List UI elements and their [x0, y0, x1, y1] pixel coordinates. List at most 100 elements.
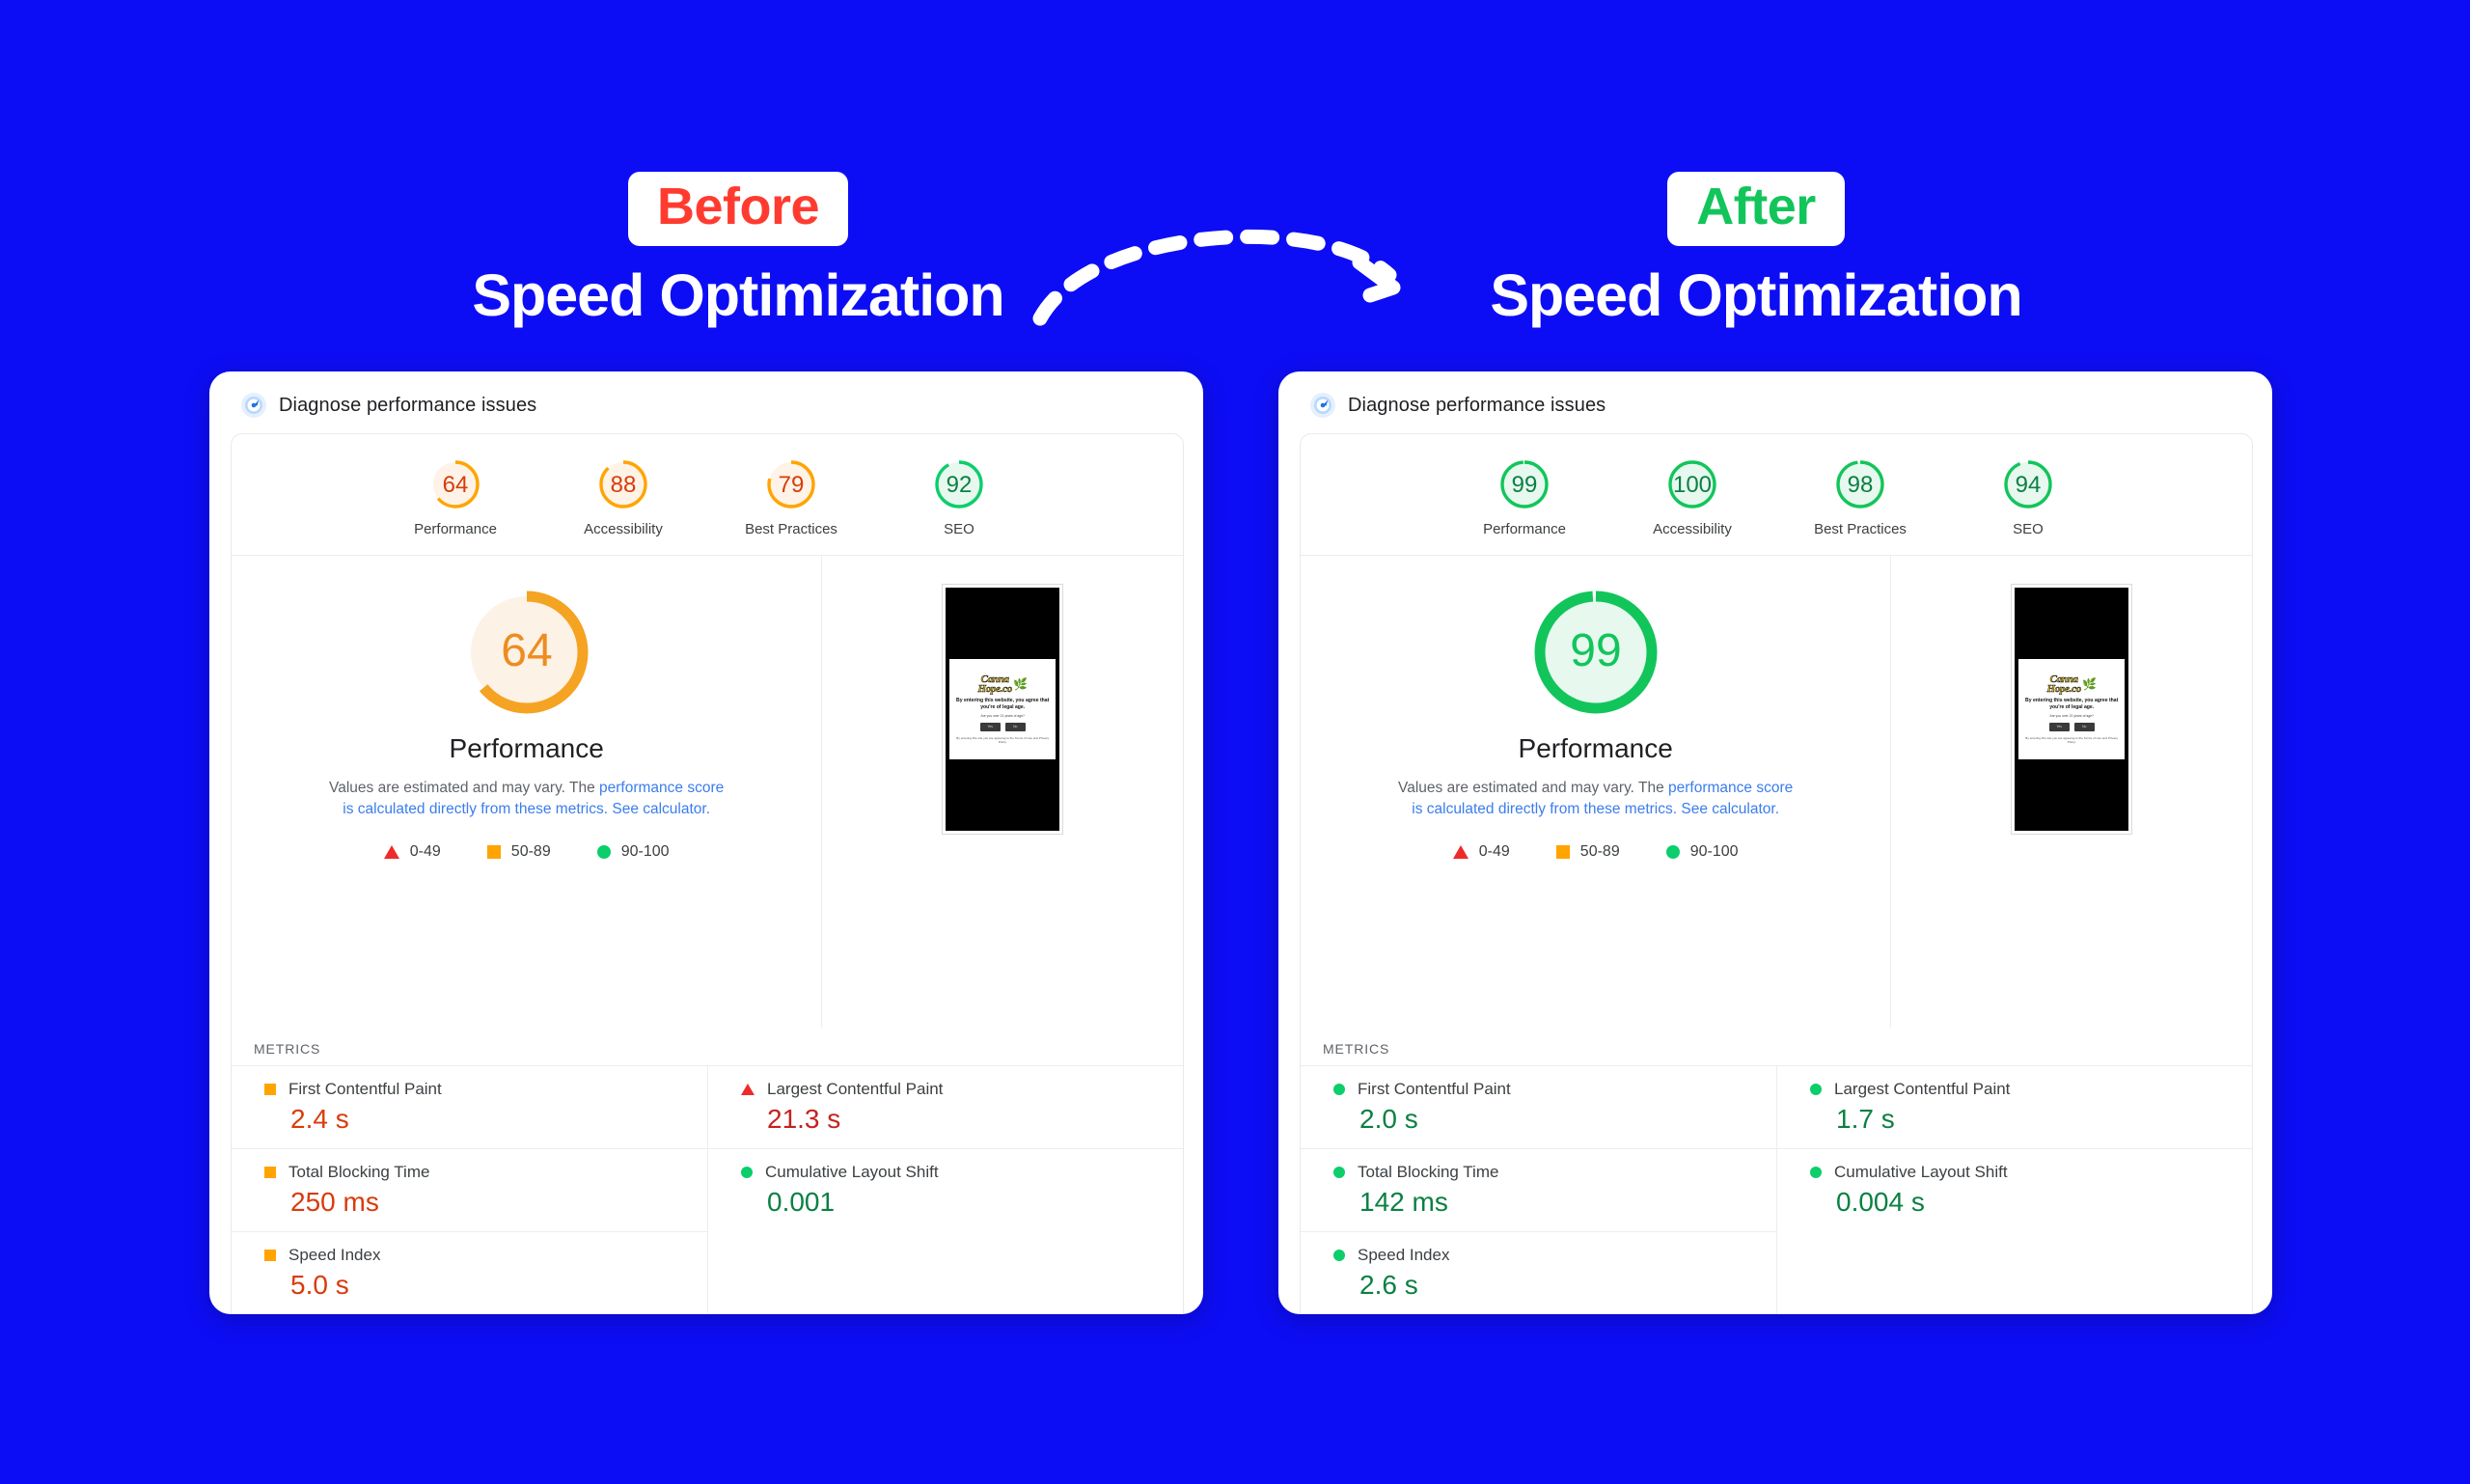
metric-row[interactable]: Cumulative Layout Shift 0.004 s	[1777, 1148, 2252, 1231]
metric-row[interactable]: Total Blocking Time 250 ms	[232, 1148, 707, 1231]
before-heading-title: Speed Optimization	[472, 261, 1004, 328]
score-disclaimer: Values are estimated and may vary. The p…	[324, 778, 729, 820]
report-body: 99 Performance Values are estimated and …	[1301, 556, 2252, 1028]
metric-row[interactable]: Largest Contentful Paint 21.3 s	[708, 1065, 1183, 1148]
after-heading-group: After Speed Optimization	[1360, 172, 2152, 329]
metric-row[interactable]: Speed Index 2.6 s	[1301, 1231, 1776, 1314]
metric-row[interactable]: First Contentful Paint 2.0 s	[1301, 1065, 1776, 1148]
triangle-icon	[741, 1084, 755, 1095]
disclaimer-text: Values are estimated and may vary. The	[329, 780, 600, 796]
legend-range-good: 90-100	[620, 843, 670, 860]
after-heading-title: Speed Optimization	[1490, 261, 2022, 328]
see-calculator-link[interactable]: See calculator.	[1681, 801, 1779, 817]
gauge-arc-performance: 99	[1500, 460, 1549, 508]
logo-line-2: Hope.co	[2046, 683, 2081, 696]
card-header-title: Diagnose performance issues	[1348, 394, 1606, 416]
logo-text: Canna Hope.co	[977, 674, 1012, 696]
age-gate-yes-button[interactable]: Yes	[2048, 722, 2070, 731]
curved-dashed-arrow-icon	[1032, 229, 1401, 326]
category-gauge-row: 64 Performance 88 Accessibility 79 Best …	[232, 434, 1183, 556]
metric-row[interactable]: First Contentful Paint 2.4 s	[232, 1065, 707, 1148]
age-gate-yes-button[interactable]: Yes	[979, 722, 1001, 731]
metric-value: 2.0 s	[1359, 1104, 1418, 1134]
report-inner: 64 Performance 88 Accessibility 79 Best …	[231, 433, 1184, 1314]
legend-range-poor: 0-49	[409, 843, 441, 860]
square-icon	[486, 845, 501, 859]
metrics-table: First Contentful Paint 2.4 s Total Block…	[232, 1065, 1183, 1314]
metrics-column-1: First Contentful Paint 2.0 s Total Block…	[1301, 1065, 1776, 1314]
circle-icon	[1333, 1084, 1345, 1095]
metric-name: Cumulative Layout Shift	[765, 1163, 939, 1181]
age-gate-subtext: Are you over 21 years of age?	[2049, 713, 2094, 718]
page-screenshot-thumbnail[interactable]: Canna Hope.co 🌿 By entering this website…	[2011, 584, 2133, 835]
page-screenshot-thumbnail[interactable]: Canna Hope.co 🌿 By entering this website…	[942, 584, 1064, 835]
metrics-column-2: Largest Contentful Paint 1.7 s Cumulativ…	[1776, 1065, 2252, 1314]
metric-value: 142 ms	[1359, 1187, 1448, 1217]
age-gate-no-button[interactable]: No	[2073, 722, 2095, 731]
gauge-arc-seo: 94	[2004, 460, 2052, 508]
metrics-heading: METRICS	[254, 1041, 321, 1057]
gauge-label-best-practices: Best Practices	[1814, 521, 1907, 537]
gauge-score-performance: 64	[443, 472, 469, 498]
metric-name: Largest Contentful Paint	[1834, 1080, 2011, 1098]
legend-item-good: 90-100	[596, 843, 670, 861]
metrics-table: First Contentful Paint 2.0 s Total Block…	[1301, 1065, 2252, 1314]
gauge-arc-accessibility: 100	[1668, 460, 1716, 508]
cannabis-leaf-icon: 🌿	[1012, 677, 1028, 692]
main-gauge-score: 99	[1570, 625, 1621, 676]
cannabis-leaf-icon: 🌿	[2081, 677, 2097, 692]
circle-icon	[1665, 845, 1680, 859]
gauge-seo[interactable]: 92 SEO	[902, 457, 1016, 537]
gauge-best-practices[interactable]: 98 Best Practices	[1803, 457, 1917, 537]
metric-name: Largest Contentful Paint	[767, 1080, 944, 1098]
logo-line-2: Hope.co	[977, 683, 1012, 696]
age-gate-no-button[interactable]: No	[1004, 722, 1026, 731]
triangle-icon	[383, 845, 399, 859]
metric-value: 1.7 s	[1836, 1104, 1895, 1134]
metric-value: 0.001	[767, 1187, 836, 1217]
circle-icon	[596, 845, 611, 859]
metric-row[interactable]: Speed Index 5.0 s	[232, 1231, 707, 1314]
legend-item-good: 90-100	[1665, 843, 1739, 861]
legend-item-average: 50-89	[486, 843, 551, 861]
main-gauge-arc: 99	[1534, 591, 1658, 714]
see-calculator-link[interactable]: See calculator.	[612, 801, 710, 817]
legend-range-poor: 0-49	[1478, 843, 1510, 860]
category-gauge-row: 99 Performance 100 Accessibility 98 Best…	[1301, 434, 2252, 556]
metric-value: 0.004 s	[1836, 1187, 1925, 1217]
metric-row[interactable]: Total Blocking Time 142 ms	[1301, 1148, 1776, 1231]
before-badge: Before	[627, 172, 849, 246]
square-icon	[264, 1250, 276, 1261]
gauge-performance[interactable]: 99 Performance	[1468, 457, 1581, 537]
gauge-label-seo: SEO	[2013, 521, 2044, 537]
age-gate-subtext: Are you over 21 years of age?	[980, 713, 1025, 718]
score-disclaimer: Values are estimated and may vary. The p…	[1393, 778, 1798, 820]
age-gate-footer: By entering this site you are agreeing t…	[2025, 735, 2119, 744]
gauge-best-practices[interactable]: 79 Best Practices	[734, 457, 848, 537]
age-gate-buttons: Yes No	[979, 722, 1026, 731]
metric-name: Cumulative Layout Shift	[1834, 1163, 2008, 1181]
gauge-seo[interactable]: 94 SEO	[1971, 457, 2085, 537]
metric-row[interactable]: Largest Contentful Paint 1.7 s	[1777, 1065, 2252, 1148]
gauge-label-performance: Performance	[414, 521, 497, 537]
gauge-performance[interactable]: 64 Performance	[398, 457, 512, 537]
legend-item-poor: 0-49	[383, 843, 441, 861]
score-legend: 0-49 50-89 90-100	[1452, 843, 1739, 861]
gauge-label-performance: Performance	[1483, 521, 1566, 537]
gauge-arc-accessibility: 88	[599, 460, 647, 508]
square-icon	[1555, 845, 1570, 859]
square-icon	[264, 1167, 276, 1178]
disclaimer-text: Values are estimated and may vary. The	[1398, 780, 1669, 796]
gauge-accessibility[interactable]: 100 Accessibility	[1635, 457, 1749, 537]
card-header: Diagnose performance issues	[1278, 371, 2272, 433]
column-spacer	[1777, 1231, 2252, 1252]
metric-name: Total Blocking Time	[288, 1163, 430, 1181]
site-logo: Canna Hope.co 🌿	[2046, 674, 2097, 696]
metric-row[interactable]: Cumulative Layout Shift 0.001	[708, 1148, 1183, 1231]
gauge-accessibility[interactable]: 88 Accessibility	[566, 457, 680, 537]
circle-icon	[1333, 1167, 1345, 1178]
gauge-score-accessibility: 88	[611, 472, 637, 498]
gauge-label-accessibility: Accessibility	[1653, 521, 1732, 537]
comparison-stage: Before Speed Optimization After Speed Op…	[0, 0, 2470, 1484]
gauge-score-accessibility: 100	[1673, 472, 1712, 498]
